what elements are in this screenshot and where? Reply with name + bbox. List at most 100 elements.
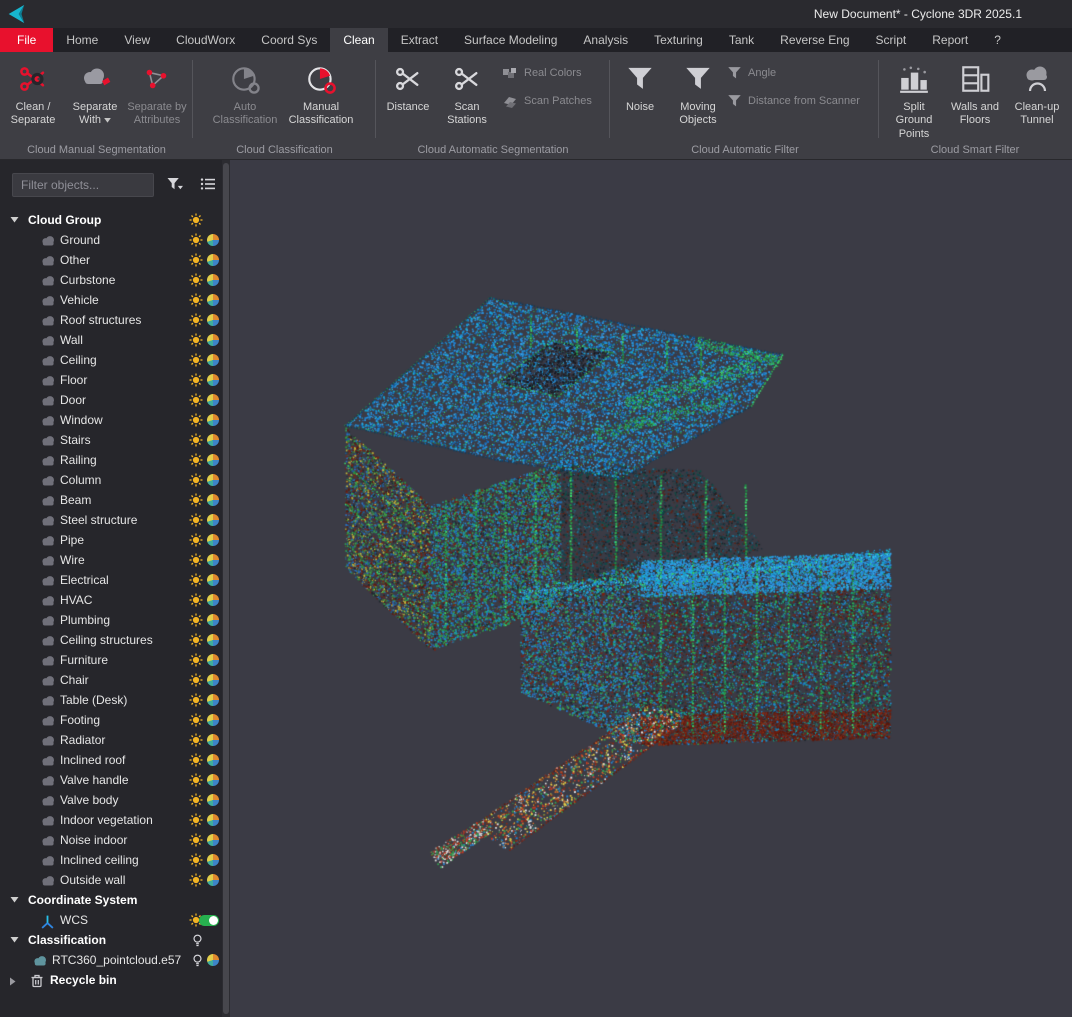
visibility-sun-icon[interactable] — [189, 753, 203, 767]
classification-pie-icon[interactable] — [207, 334, 219, 346]
tab-surface-modeling[interactable]: Surface Modeling — [451, 28, 570, 52]
visibility-sun-icon[interactable] — [189, 873, 203, 887]
visibility-sun-icon[interactable] — [189, 273, 203, 287]
classification-pie-icon[interactable] — [207, 454, 219, 466]
classification-pie-icon[interactable] — [207, 674, 219, 686]
visibility-sun-icon[interactable] — [189, 293, 203, 307]
ribbon-button-auto-classification[interactable]: Auto Classification — [211, 56, 279, 128]
classification-pie-icon[interactable] — [207, 314, 219, 326]
visibility-sun-icon[interactable] — [189, 833, 203, 847]
chevron-down-icon[interactable] — [10, 897, 20, 903]
pointcloud-canvas[interactable] — [230, 160, 1072, 1017]
ribbon-button-noise[interactable]: Noise — [617, 56, 663, 128]
visibility-sun-icon[interactable] — [189, 373, 203, 387]
visibility-sun-icon[interactable] — [189, 573, 203, 587]
panel-scrollbar-thumb[interactable] — [223, 163, 229, 1014]
visibility-sun-icon[interactable] — [189, 313, 203, 327]
visibility-sun-icon[interactable] — [189, 213, 203, 227]
classification-pie-icon[interactable] — [207, 634, 219, 646]
tree-item-railing[interactable]: Railing — [0, 450, 222, 470]
tab-tank[interactable]: Tank — [716, 28, 767, 52]
tab-help[interactable]: ? — [981, 28, 1014, 52]
list-menu-icon[interactable] — [200, 177, 216, 196]
classification-pie-icon[interactable] — [207, 274, 219, 286]
classification-pie-icon[interactable] — [207, 354, 219, 366]
tree-group-recycle-bin[interactable]: Recycle bin — [0, 970, 222, 990]
ribbon-button-distance[interactable]: Distance — [382, 56, 434, 128]
tree-item-hvac[interactable]: HVAC — [0, 590, 222, 610]
visibility-sun-icon[interactable] — [189, 353, 203, 367]
tree-group-classification[interactable]: Classification — [0, 930, 222, 950]
visibility-sun-icon[interactable] — [189, 333, 203, 347]
tree-item-wall[interactable]: Wall — [0, 330, 222, 350]
ribbon-button-scan-stations[interactable]: Scan Stations — [438, 56, 496, 128]
visibility-sun-icon[interactable] — [189, 613, 203, 627]
chevron-right-icon[interactable] — [10, 977, 20, 986]
tree-item-valve-handle[interactable]: Valve handle — [0, 770, 222, 790]
classification-pie-icon[interactable] — [207, 614, 219, 626]
visibility-sun-icon[interactable] — [189, 713, 203, 727]
tab-view[interactable]: View — [111, 28, 163, 52]
tab-coord-sys[interactable]: Coord Sys — [248, 28, 330, 52]
tree-item-column[interactable]: Column — [0, 470, 222, 490]
ribbon-button-split-ground-points[interactable]: Split Ground Points — [884, 56, 944, 141]
visibility-sun-icon[interactable] — [189, 533, 203, 547]
tree-item-rtc360-pointcloud-e57[interactable]: RTC360_pointcloud.e57 — [0, 950, 222, 970]
tree-group-cloud-group[interactable]: Cloud Group — [0, 210, 222, 230]
ribbon-button-separate-with[interactable]: Separate With — [64, 56, 126, 128]
visibility-sun-icon[interactable] — [189, 553, 203, 567]
visibility-sun-icon[interactable] — [189, 413, 203, 427]
ribbon-button-angle[interactable]: Angle — [727, 64, 860, 81]
classification-pie-icon[interactable] — [207, 594, 219, 606]
tab-cloudworx[interactable]: CloudWorx — [163, 28, 248, 52]
tree-item-valve-body[interactable]: Valve body — [0, 790, 222, 810]
visibility-sun-icon[interactable] — [189, 813, 203, 827]
tree-item-other[interactable]: Other — [0, 250, 222, 270]
tree-item-chair[interactable]: Chair — [0, 670, 222, 690]
visibility-sun-icon[interactable] — [189, 653, 203, 667]
classification-pie-icon[interactable] — [207, 514, 219, 526]
visibility-sun-icon[interactable] — [189, 593, 203, 607]
tab-file[interactable]: File — [0, 28, 53, 52]
visibility-sun-icon[interactable] — [189, 513, 203, 527]
tree-item-vehicle[interactable]: Vehicle — [0, 290, 222, 310]
classification-pie-icon[interactable] — [207, 234, 219, 246]
visibility-sun-icon[interactable] — [189, 433, 203, 447]
ribbon-button-separate-by-attributes[interactable]: Separate by Attributes — [126, 56, 188, 128]
tree-item-roof-structures[interactable]: Roof structures — [0, 310, 222, 330]
tree-item-indoor-vegetation[interactable]: Indoor vegetation — [0, 810, 222, 830]
ribbon-button-clean-separate[interactable]: Clean / Separate — [2, 56, 64, 128]
classification-pie-icon[interactable] — [207, 474, 219, 486]
tree-item-outside-wall[interactable]: Outside wall — [0, 870, 222, 890]
lightbulb-icon[interactable] — [192, 933, 203, 948]
visibility-sun-icon[interactable] — [189, 233, 203, 247]
classification-pie-icon[interactable] — [207, 834, 219, 846]
visibility-sun-icon[interactable] — [189, 633, 203, 647]
tree-item-wcs[interactable]: WCS — [0, 910, 222, 930]
classification-pie-icon[interactable] — [207, 854, 219, 866]
ribbon-button-scan-patches[interactable]: Scan Patches — [502, 92, 592, 109]
classification-pie-icon[interactable] — [207, 954, 219, 966]
tab-report[interactable]: Report — [919, 28, 981, 52]
tree-item-ceiling-structures[interactable]: Ceiling structures — [0, 630, 222, 650]
classification-pie-icon[interactable] — [207, 434, 219, 446]
visibility-sun-icon[interactable] — [189, 733, 203, 747]
classification-pie-icon[interactable] — [207, 554, 219, 566]
classification-pie-icon[interactable] — [207, 294, 219, 306]
visibility-toggle[interactable] — [199, 914, 219, 925]
tree-item-furniture[interactable]: Furniture — [0, 650, 222, 670]
visibility-sun-icon[interactable] — [189, 793, 203, 807]
visibility-sun-icon[interactable] — [189, 673, 203, 687]
tree-item-beam[interactable]: Beam — [0, 490, 222, 510]
tree-item-window[interactable]: Window — [0, 410, 222, 430]
tree-item-curbstone[interactable]: Curbstone — [0, 270, 222, 290]
ribbon-button-manual-classification[interactable]: Manual Classification — [287, 56, 355, 128]
chevron-down-icon[interactable] — [10, 217, 20, 223]
tab-texturing[interactable]: Texturing — [641, 28, 716, 52]
lightbulb-icon[interactable] — [192, 953, 203, 968]
visibility-sun-icon[interactable] — [189, 493, 203, 507]
tab-home[interactable]: Home — [53, 28, 111, 52]
tree-item-ground[interactable]: Ground — [0, 230, 222, 250]
filter-icon[interactable] — [166, 177, 184, 197]
classification-pie-icon[interactable] — [207, 254, 219, 266]
